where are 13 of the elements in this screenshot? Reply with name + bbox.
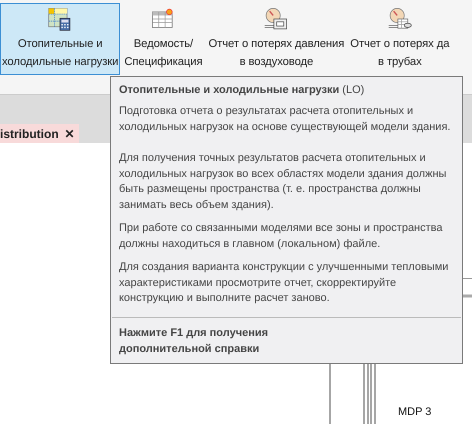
help-hint: Нажмите F1 для получения дополнительной справки [118,326,270,356]
ribbon-button[interactable]: Отчет о потерях давления в воздуховоде [206,3,346,75]
ribbon-button[interactable]: Ведомость/ Спецификация [122,3,204,75]
tooltip-paragraph: При работе со связанными моделями все зоны и пространства должны находиться в главном (локальном) файле. [119,221,444,252]
ribbon-button[interactable]: Отчет о потерях да в трубах [348,3,452,75]
room-label: MDP 3 [398,406,432,418]
document-tab[interactable]: istribution ✕ [0,124,79,143]
tooltip-title: Отопительные и холодильные нагрузки (LO) [119,83,366,98]
tooltip-paragraph: Подготовка отчета о результатах расчета отопительных и холодильных нагрузок на основе существующей модели здания. [119,104,452,134]
tooltip-paragraph: Для получения точных результатов расчета отопительных и холодильных нагрузок во всех областях модели здания должны быть размещены пространства (т. е. пространства должны занимать весь объем здания). [119,151,448,212]
close-button[interactable]: ✕ [64,126,75,140]
tooltip-paragraph: Для создания варианта конструкции с улучшенными тепловыми характеристиками просмотрите отчет, скорректируйте конструкцию и выполните расчет заново. [119,260,450,306]
ribbon-button[interactable]: Отопительные и холодильные нагрузки [0,3,120,75]
